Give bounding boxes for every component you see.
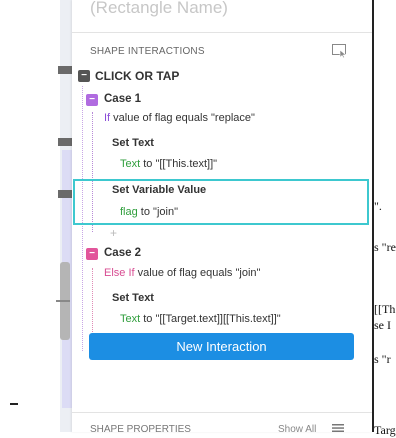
doc-fragment: Targ xyxy=(374,423,396,437)
canvas-marker xyxy=(58,66,72,74)
hamburger-icon[interactable] xyxy=(332,424,344,432)
action-target: Text xyxy=(120,313,141,325)
canvas-marker xyxy=(58,138,72,146)
show-all-link[interactable]: Show All xyxy=(278,424,316,432)
doc-fragment: s "r xyxy=(374,352,391,366)
canvas-marker xyxy=(58,190,72,198)
case2-condition[interactable]: Else If value of flag equals "join" xyxy=(104,267,260,279)
case2-action1-detail[interactable]: Text to "[[Target.text]][[This.text]]" xyxy=(120,313,281,325)
add-action-plus-icon[interactable]: + xyxy=(110,226,117,240)
interactions-panel: (Rectangle Name) SHAPE INTERACTIONS − CL… xyxy=(72,0,372,432)
doc-fragment: ". xyxy=(374,199,382,213)
canvas-divider xyxy=(56,300,70,302)
case1-action2-detail[interactable]: flag to "join" xyxy=(120,206,178,218)
doc-fragment: s "re xyxy=(374,240,396,254)
case1-action2-title[interactable]: Set Variable Value xyxy=(112,184,206,196)
divider xyxy=(72,32,372,33)
case1-action1-detail[interactable]: Text to "[[This.text]]" xyxy=(120,158,217,170)
shape-interactions-heading: SHAPE INTERACTIONS xyxy=(90,46,205,57)
doc-fragment: [[Th xyxy=(374,302,396,316)
collapse-case2-minus-icon[interactable]: − xyxy=(86,248,98,260)
case1-condition[interactable]: If value of flag equals "replace" xyxy=(104,112,255,124)
case1-condition-text: value of flag equals "replace" xyxy=(110,112,255,124)
collapse-event-minus-icon[interactable]: − xyxy=(78,70,90,82)
shape-properties-heading: SHAPE PROPERTIES xyxy=(90,424,191,432)
canvas-dash xyxy=(10,403,18,405)
case1-title[interactable]: Case 1 xyxy=(104,93,141,105)
case2-condition-keyword: Else If xyxy=(104,267,135,279)
shape-name-field[interactable]: (Rectangle Name) xyxy=(90,0,228,18)
case2-action1-title[interactable]: Set Text xyxy=(112,292,154,304)
cursor-select-icon[interactable] xyxy=(332,44,348,58)
action-value: to "[[This.text]]" xyxy=(140,158,218,170)
divider xyxy=(72,412,372,413)
case2-condition-text: value of flag equals "join" xyxy=(134,267,261,279)
document-edge xyxy=(372,0,374,432)
event-click-or-tap[interactable]: CLICK OR TAP xyxy=(95,69,179,83)
case1-action1-title[interactable]: Set Text xyxy=(112,137,154,149)
action-target: flag xyxy=(120,206,138,218)
case2-title[interactable]: Case 2 xyxy=(104,247,141,259)
action-value: to "[[Target.text]][[This.text]]" xyxy=(140,313,281,325)
action-value: to "join" xyxy=(137,206,178,218)
collapse-case1-minus-icon[interactable]: − xyxy=(86,94,98,106)
new-interaction-button[interactable]: New Interaction xyxy=(89,333,354,360)
action-target: Text xyxy=(120,158,141,170)
doc-fragment: se I xyxy=(374,318,391,332)
